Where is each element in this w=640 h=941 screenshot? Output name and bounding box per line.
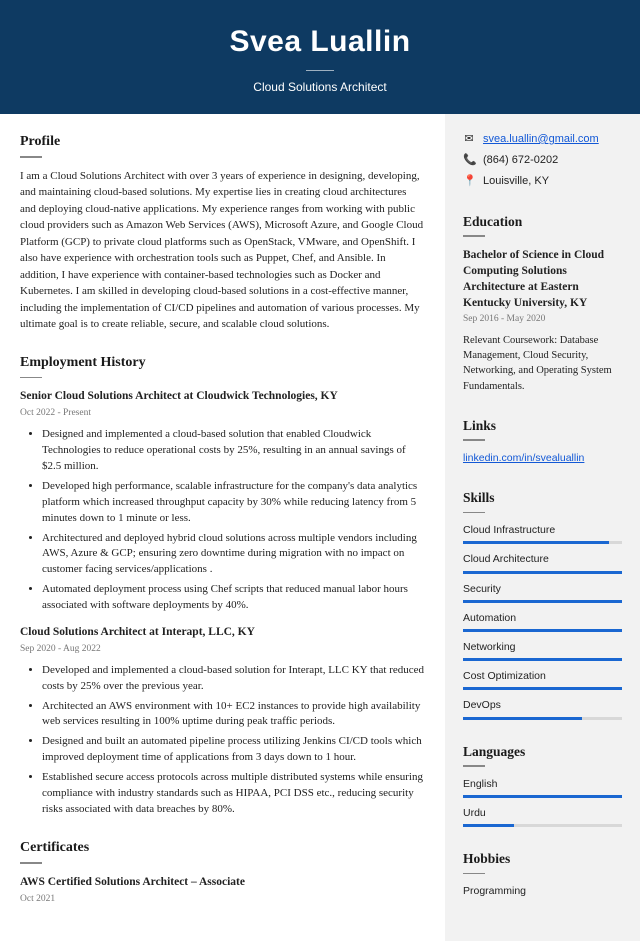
- skill-bar-fill: [463, 600, 622, 603]
- hobbies-heading: Hobbies: [463, 849, 622, 869]
- language-bar-fill: [463, 824, 514, 827]
- job-bullet: Automated deployment process using Chef …: [42, 582, 425, 614]
- section-rule: [463, 512, 485, 514]
- hobby-item: Programming: [463, 884, 622, 899]
- section-rule: [463, 765, 485, 767]
- job-bullets: Designed and implemented a cloud-based s…: [20, 427, 425, 614]
- person-name: Svea Luallin: [0, 20, 640, 64]
- job-bullets: Developed and implemented a cloud-based …: [20, 663, 425, 818]
- skill-item: Security: [463, 582, 622, 603]
- links-section: Links linkedin.com/in/svealuallin: [463, 416, 622, 466]
- education-heading: Education: [463, 212, 622, 232]
- skill-item: Cloud Architecture: [463, 552, 622, 573]
- skill-bar: [463, 571, 622, 574]
- main-column: Profile I am a Cloud Solutions Architect…: [0, 114, 445, 941]
- sidebar: ✉ svea.luallin@gmail.com 📞 (864) 672-020…: [445, 114, 640, 941]
- skill-item: Cost Optimization: [463, 669, 622, 690]
- profile-text: I am a Cloud Solutions Architect with ov…: [20, 168, 425, 333]
- section-rule: [20, 156, 42, 158]
- skill-bar: [463, 629, 622, 632]
- job-bullet: Designed and implemented a cloud-based s…: [42, 427, 425, 475]
- skill-bar: [463, 658, 622, 661]
- job-bullet: Architectured and deployed hybrid cloud …: [42, 531, 425, 579]
- job-title: Cloud Solutions Architect at Interapt, L…: [20, 624, 425, 641]
- section-rule: [20, 377, 42, 379]
- phone-text: (864) 672-0202: [483, 153, 558, 169]
- language-bar-fill: [463, 795, 622, 798]
- person-role: Cloud Solutions Architect: [0, 79, 640, 96]
- skill-bar: [463, 687, 622, 690]
- skill-bar-fill: [463, 629, 622, 632]
- job-bullet: Developed high performance, scalable inf…: [42, 479, 425, 527]
- employment-heading: Employment History: [20, 353, 425, 373]
- contact-phone-row: 📞 (864) 672-0202: [463, 153, 622, 169]
- job-bullet: Designed and built an automated pipeline…: [42, 734, 425, 766]
- skills-section: Skills Cloud Infrastructure Cloud Archite…: [463, 488, 622, 720]
- page-body: Profile I am a Cloud Solutions Architect…: [0, 114, 640, 941]
- profile-heading: Profile: [20, 132, 425, 152]
- skill-bar-fill: [463, 687, 622, 690]
- language-name: Urdu: [463, 806, 622, 821]
- skill-bar: [463, 541, 622, 544]
- skill-bar-fill: [463, 571, 622, 574]
- contact-email-row: ✉ svea.luallin@gmail.com: [463, 132, 622, 148]
- language-bar: [463, 824, 622, 827]
- skill-item: DevOps: [463, 698, 622, 719]
- skill-name: Cost Optimization: [463, 669, 622, 684]
- email-link[interactable]: svea.luallin@gmail.com: [483, 132, 599, 148]
- phone-icon: 📞: [463, 153, 475, 169]
- skill-bar-fill: [463, 717, 582, 720]
- languages-section: Languages English Urdu: [463, 742, 622, 828]
- skill-item: Automation: [463, 611, 622, 632]
- links-heading: Links: [463, 416, 622, 436]
- education-detail: Relevant Coursework: Database Management…: [463, 333, 622, 394]
- location-text: Louisville, KY: [483, 174, 549, 190]
- language-item: Urdu: [463, 806, 622, 827]
- header: Svea Luallin Cloud Solutions Architect: [0, 0, 640, 114]
- language-name: English: [463, 777, 622, 792]
- skill-item: Cloud Infrastructure: [463, 523, 622, 544]
- certificates-heading: Certificates: [20, 838, 425, 858]
- language-bar: [463, 795, 622, 798]
- education-degree: Bachelor of Science in Cloud Computing S…: [463, 247, 622, 311]
- skill-name: Automation: [463, 611, 622, 626]
- certificate-title: AWS Certified Solutions Architect – Asso…: [20, 874, 425, 891]
- job-bullet: Architected an AWS environment with 10+ …: [42, 699, 425, 731]
- section-rule: [20, 862, 42, 864]
- skill-name: DevOps: [463, 698, 622, 713]
- job-dates: Sep 2020 - Aug 2022: [20, 643, 425, 657]
- section-rule: [463, 439, 485, 441]
- contact-location-row: 📍 Louisville, KY: [463, 174, 622, 190]
- skills-heading: Skills: [463, 488, 622, 508]
- certificates-section: Certificates AWS Certified Solutions Arc…: [20, 838, 425, 906]
- linkedin-link[interactable]: linkedin.com/in/svealuallin: [463, 451, 622, 466]
- location-icon: 📍: [463, 174, 475, 190]
- email-icon: ✉: [463, 132, 475, 148]
- header-rule: [306, 70, 334, 71]
- contact-section: ✉ svea.luallin@gmail.com 📞 (864) 672-020…: [463, 132, 622, 190]
- skill-name: Cloud Architecture: [463, 552, 622, 567]
- skill-bar: [463, 600, 622, 603]
- job-bullet: Developed and implemented a cloud-based …: [42, 663, 425, 695]
- languages-heading: Languages: [463, 742, 622, 762]
- education-dates: Sep 2016 - May 2020: [463, 313, 622, 327]
- skill-bar-fill: [463, 658, 622, 661]
- skill-bar: [463, 717, 622, 720]
- skill-bar-fill: [463, 541, 609, 544]
- skill-name: Cloud Infrastructure: [463, 523, 622, 538]
- skill-name: Security: [463, 582, 622, 597]
- job-title: Senior Cloud Solutions Architect at Clou…: [20, 388, 425, 405]
- skill-item: Networking: [463, 640, 622, 661]
- employment-section: Employment History Senior Cloud Solution…: [20, 353, 425, 818]
- section-rule: [463, 235, 485, 237]
- profile-section: Profile I am a Cloud Solutions Architect…: [20, 132, 425, 333]
- section-rule: [463, 873, 485, 875]
- job-dates: Oct 2022 - Present: [20, 407, 425, 421]
- job-bullet: Established secure access protocols acro…: [42, 770, 425, 818]
- language-item: English: [463, 777, 622, 798]
- hobbies-section: Hobbies Programming: [463, 849, 622, 899]
- skill-name: Networking: [463, 640, 622, 655]
- certificate-date: Oct 2021: [20, 893, 425, 907]
- education-section: Education Bachelor of Science in Cloud C…: [463, 212, 622, 394]
